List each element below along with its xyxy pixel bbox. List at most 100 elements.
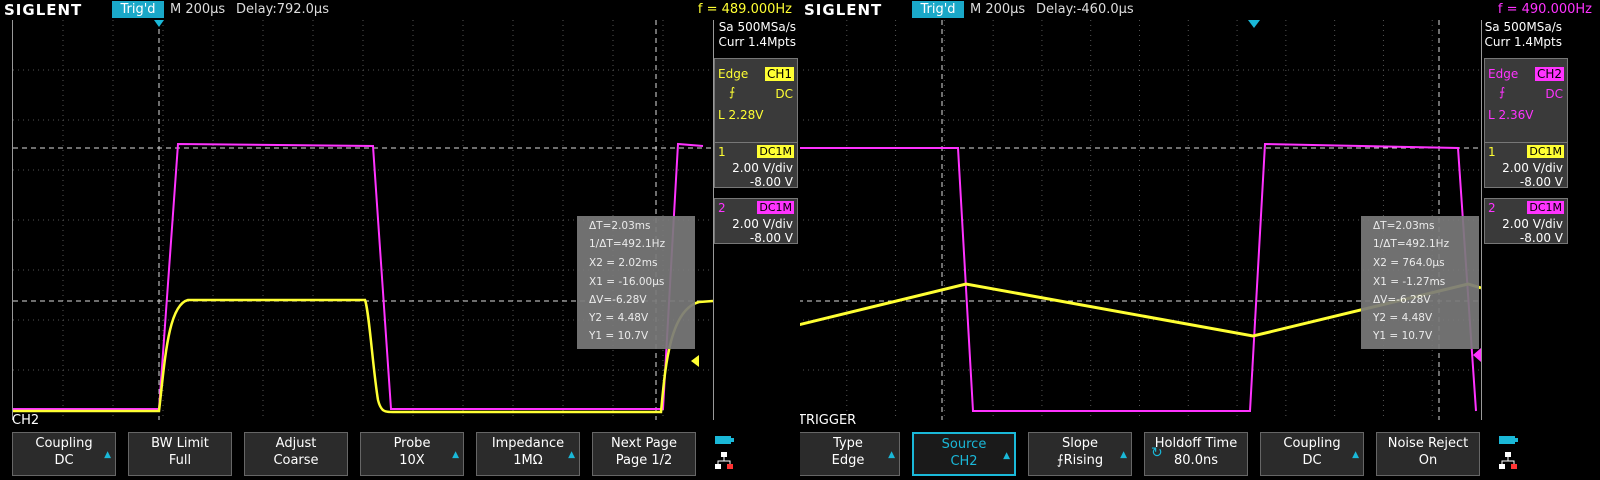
- slope-value: Rising: [1063, 453, 1104, 468]
- chevron-up-icon: ▲: [1352, 450, 1359, 460]
- chevron-up-icon: ▲: [452, 450, 459, 460]
- acquisition-info: Sa 500MSa/s Curr 1.4Mpts: [1484, 20, 1566, 54]
- trigger-coupling: DC: [775, 87, 793, 101]
- meas-inv-delta-t: 1/ΔT=492.1Hz: [589, 238, 666, 250]
- softkey-value: Edge: [831, 453, 865, 468]
- trigger-position-marker[interactable]: [1248, 20, 1260, 28]
- ch1-coupling: DC1M: [1527, 145, 1564, 158]
- rising-edge-icon: ⨍: [729, 85, 736, 99]
- softkey-coupling[interactable]: Coupling DC ▲: [12, 432, 116, 476]
- ch2-number: 2: [718, 201, 726, 215]
- softkey-holdoff-time[interactable]: ↻ Holdoff Time 80.0ns: [1144, 432, 1248, 476]
- softkey-value: Page 1/2: [615, 453, 673, 468]
- meas-y2: Y2 = 4.48V: [1373, 312, 1433, 324]
- trigger-level: L 2.28V: [718, 108, 764, 122]
- cursor-measurement-panel: ΔT=2.03ms 1/ΔT=492.1Hz X2 = 2.02ms X1 = …: [577, 216, 695, 349]
- trigger-type: Edge: [718, 67, 749, 81]
- brand-logo: SIGLENT: [4, 1, 83, 19]
- ch2-info-box[interactable]: 2 DC1M 2.00 V/div -8.00 V: [714, 198, 798, 245]
- trigger-source: CH1: [764, 67, 794, 81]
- softkey-value: Full: [168, 453, 192, 468]
- menu-title: TRIGGER: [800, 413, 857, 428]
- chevron-up-icon: ▲: [1003, 451, 1010, 461]
- trigger-level: L 2.36V: [1488, 108, 1534, 122]
- softkey-label: Noise Reject: [1387, 436, 1469, 451]
- softkey-label: Holdoff Time: [1154, 436, 1238, 451]
- rising-edge-icon: ⨍: [1056, 453, 1064, 468]
- meas-y1: Y1 = 10.7V: [589, 330, 649, 342]
- softkey-label: Coupling: [35, 436, 93, 451]
- softkey-coupling[interactable]: Coupling DC ▲: [1260, 432, 1364, 476]
- ch2-coupling: DC1M: [757, 201, 794, 214]
- softkey-value: 10X: [399, 453, 425, 468]
- meas-y2: Y2 = 4.48V: [589, 312, 649, 324]
- ch1-offset: -8.00 V: [749, 175, 793, 189]
- softkey-slope[interactable]: Slope ⨍Rising ▲: [1028, 432, 1132, 476]
- softkey-label: Source: [941, 437, 987, 452]
- menu-title: CH2: [12, 413, 40, 428]
- meas-delta-t: ΔT=2.03ms: [1373, 220, 1435, 232]
- meas-inv-delta-t: 1/ΔT=492.1Hz: [1373, 238, 1450, 250]
- meas-x2: X2 = 764.0μs: [1373, 257, 1445, 269]
- delay-readout: Delay:-460.0μs: [1036, 2, 1134, 17]
- chevron-up-icon: ▲: [1120, 450, 1127, 460]
- softkey-label: Type: [833, 436, 863, 451]
- trigger-level-marker[interactable]: [1473, 348, 1481, 362]
- right-info-panel: Sa 500MSa/s Curr 1.4Mpts Edge CH2 ⨍ DC L…: [1482, 20, 1600, 420]
- delay-readout: Delay:792.0μs: [236, 2, 329, 17]
- top-status-bar: SIGLENT Trig'd M 200μs Delay:792.0μs f =…: [0, 0, 800, 20]
- softkey-value: Coarse: [273, 453, 319, 468]
- ch1-offset: -8.00 V: [1519, 175, 1563, 189]
- meas-x2: X2 = 2.02ms: [589, 257, 658, 269]
- ch2-number: 2: [1488, 201, 1496, 215]
- meas-delta-t: ΔT=2.03ms: [589, 220, 651, 232]
- meas-x1: X1 = -1.27ms: [1373, 276, 1446, 288]
- waveform-display[interactable]: ΔT=2.03ms 1/ΔT=492.1Hz X2 = 764.0μs X1 =…: [800, 20, 1482, 420]
- trigger-info-box[interactable]: Edge CH1 ⨍ DC L 2.28V: [714, 58, 798, 148]
- memory-depth: Curr 1.4Mpts: [1484, 35, 1562, 49]
- trigger-status-badge: Trig'd: [112, 1, 164, 18]
- softkey-adjust[interactable]: Adjust Coarse: [244, 432, 348, 476]
- usb-network-icon: [1499, 436, 1518, 469]
- chevron-up-icon: ▲: [888, 450, 895, 460]
- trigger-type: Edge: [1488, 67, 1519, 81]
- ch2-info-box[interactable]: 2 DC1M 2.00 V/div -8.00 V: [1484, 198, 1568, 245]
- trigger-status-badge: Trig'd: [912, 1, 964, 18]
- frequency-readout: f = 489.000Hz: [697, 2, 792, 17]
- trigger-source: CH2: [1534, 67, 1564, 81]
- brand-logo: SIGLENT: [804, 1, 883, 19]
- ch1-number: 1: [1488, 145, 1496, 159]
- softkey-bar: Type Edge ▲ Source CH2 ▲ Slope ⨍Rising ▲ ↻ Hold…: [800, 430, 1600, 480]
- frequency-readout: f = 490.000Hz: [1497, 2, 1592, 17]
- softkey-label: Coupling: [1283, 436, 1341, 451]
- softkey-value: 1MΩ: [513, 453, 543, 468]
- ch1-info-box[interactable]: 1 DC1M 2.00 V/div -8.00 V: [714, 142, 798, 189]
- softkey-value: CH2: [950, 454, 978, 469]
- softkey-impedance[interactable]: Impedance 1MΩ ▲: [476, 432, 580, 476]
- trigger-level-marker[interactable]: [691, 355, 699, 367]
- softkey-bar: Coupling DC ▲ BW Limit Full Adjust Coarse Pr…: [0, 430, 800, 480]
- softkey-next-page[interactable]: Next Page Page 1/2: [592, 432, 696, 476]
- ch1-number: 1: [718, 145, 726, 159]
- softkey-label: Probe: [393, 436, 431, 451]
- ch1-coupling: DC1M: [757, 145, 794, 158]
- softkey-probe[interactable]: Probe 10X ▲: [360, 432, 464, 476]
- sample-rate: Sa 500MSa/s: [1484, 20, 1562, 34]
- usb-network-icon: [715, 436, 734, 469]
- softkey-label: Impedance: [491, 436, 565, 451]
- softkey-bw-limit[interactable]: BW Limit Full: [128, 432, 232, 476]
- softkey-label: Slope: [1061, 436, 1099, 451]
- trigger-info-box[interactable]: Edge CH2 ⨍ DC L 2.36V: [1484, 58, 1568, 148]
- softkey-type[interactable]: Type Edge ▲: [800, 432, 900, 476]
- chevron-up-icon: ▲: [568, 450, 575, 460]
- softkey-noise-reject[interactable]: Noise Reject On: [1376, 432, 1480, 476]
- ch2-offset: -8.00 V: [1519, 231, 1563, 245]
- chevron-up-icon: ▲: [104, 450, 111, 460]
- softkey-source[interactable]: Source CH2 ▲: [912, 432, 1016, 476]
- softkey-value: On: [1418, 453, 1438, 468]
- oscilloscope-right: SIGLENT Trig'd M 200μs Delay:-460.0μs f …: [800, 0, 1600, 480]
- waveform-display[interactable]: ΔT=2.03ms 1/ΔT=492.1Hz X2 = 2.02ms X1 = …: [12, 20, 714, 420]
- ch1-info-box[interactable]: 1 DC1M 2.00 V/div -8.00 V: [1484, 142, 1568, 189]
- softkey-label: BW Limit: [151, 436, 209, 451]
- ch2-scale: 2.00 V/div: [1502, 217, 1563, 231]
